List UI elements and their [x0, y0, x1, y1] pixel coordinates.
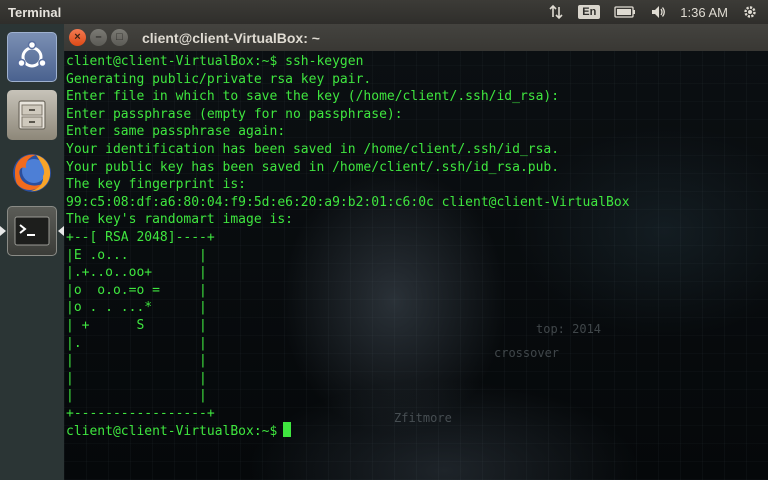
firefox-icon: [7, 148, 57, 198]
active-indicator-right: [58, 226, 64, 236]
launcher-item-files[interactable]: [0, 86, 64, 144]
terminal-icon: [7, 206, 57, 256]
terminal-line: 99:c5:08:df:a6:80:04:f9:5d:e6:20:a9:b2:0…: [66, 194, 630, 210]
network-arrows-icon[interactable]: [548, 0, 564, 24]
text-cursor: [283, 422, 292, 438]
terminal-line: Enter passphrase (empty for no passphras…: [66, 106, 403, 122]
shell-prompt: client@client-VirtualBox:~$: [66, 424, 278, 440]
volume-icon[interactable]: [650, 0, 666, 24]
terminal-line: Generating public/private rsa key pair.: [66, 71, 372, 87]
settings-gear-icon[interactable]: [742, 0, 758, 24]
terminal-output[interactable]: client@client-VirtualBox:~$ ssh-keygen G…: [64, 51, 768, 480]
top-panel: Terminal En 1:36 AM: [0, 0, 768, 24]
close-button[interactable]: ×: [69, 29, 86, 46]
randomart-line: +-----------------+: [66, 405, 215, 421]
battery-icon[interactable]: [614, 0, 636, 24]
randomart-line: | |: [66, 370, 207, 386]
launcher: [0, 24, 64, 480]
terminal-line: client@client-VirtualBox:~$ ssh-keygen: [66, 54, 364, 69]
randomart-line: |E .o... |: [66, 247, 207, 263]
terminal-line: Your identification has been saved in /h…: [66, 141, 560, 157]
launcher-item-dash-home[interactable]: [0, 28, 64, 86]
active-indicator-left: [0, 226, 6, 236]
maximize-button[interactable]: □: [111, 29, 128, 46]
randomart-line: | + S |: [66, 317, 207, 333]
terminal-window: × – □ client@client-VirtualBox: ~ top: 2…: [64, 24, 768, 480]
randomart-line: |.+..o..oo+ |: [66, 265, 207, 281]
active-app-title: Terminal: [8, 4, 62, 20]
window-titlebar[interactable]: × – □ client@client-VirtualBox: ~: [64, 24, 768, 51]
terminal-line: Enter file in which to save the key (/ho…: [66, 89, 560, 105]
launcher-item-terminal[interactable]: [0, 202, 64, 260]
randomart-line: +--[ RSA 2048]----+: [66, 229, 215, 245]
clock[interactable]: 1:36 AM: [680, 0, 728, 24]
terminal-line: Enter same passphrase again:: [66, 124, 286, 140]
ubuntu-logo-icon: [7, 32, 57, 82]
prompt-line[interactable]: client@client-VirtualBox:~$: [66, 422, 768, 440]
randomart-line: | |: [66, 388, 207, 404]
terminal-line: Your public key has been saved in /home/…: [66, 159, 560, 175]
randomart-line: |. |: [66, 335, 207, 351]
terminal-line: The key's randomart image is:: [66, 212, 293, 228]
terminal-line: The key fingerprint is:: [66, 177, 247, 193]
minimize-button[interactable]: –: [90, 29, 107, 46]
launcher-item-firefox[interactable]: [0, 144, 64, 202]
randomart-line: |o o.o.=o = |: [66, 282, 207, 298]
randomart-line: | |: [66, 353, 207, 369]
indicator-area: En 1:36 AM: [534, 0, 768, 24]
randomart-line: |o . . ...* |: [66, 300, 207, 316]
window-title: client@client-VirtualBox: ~: [142, 29, 320, 46]
keyboard-language-indicator[interactable]: En: [578, 0, 601, 24]
keyboard-language-icon: En: [578, 5, 601, 19]
file-cabinet-icon: [7, 90, 57, 140]
